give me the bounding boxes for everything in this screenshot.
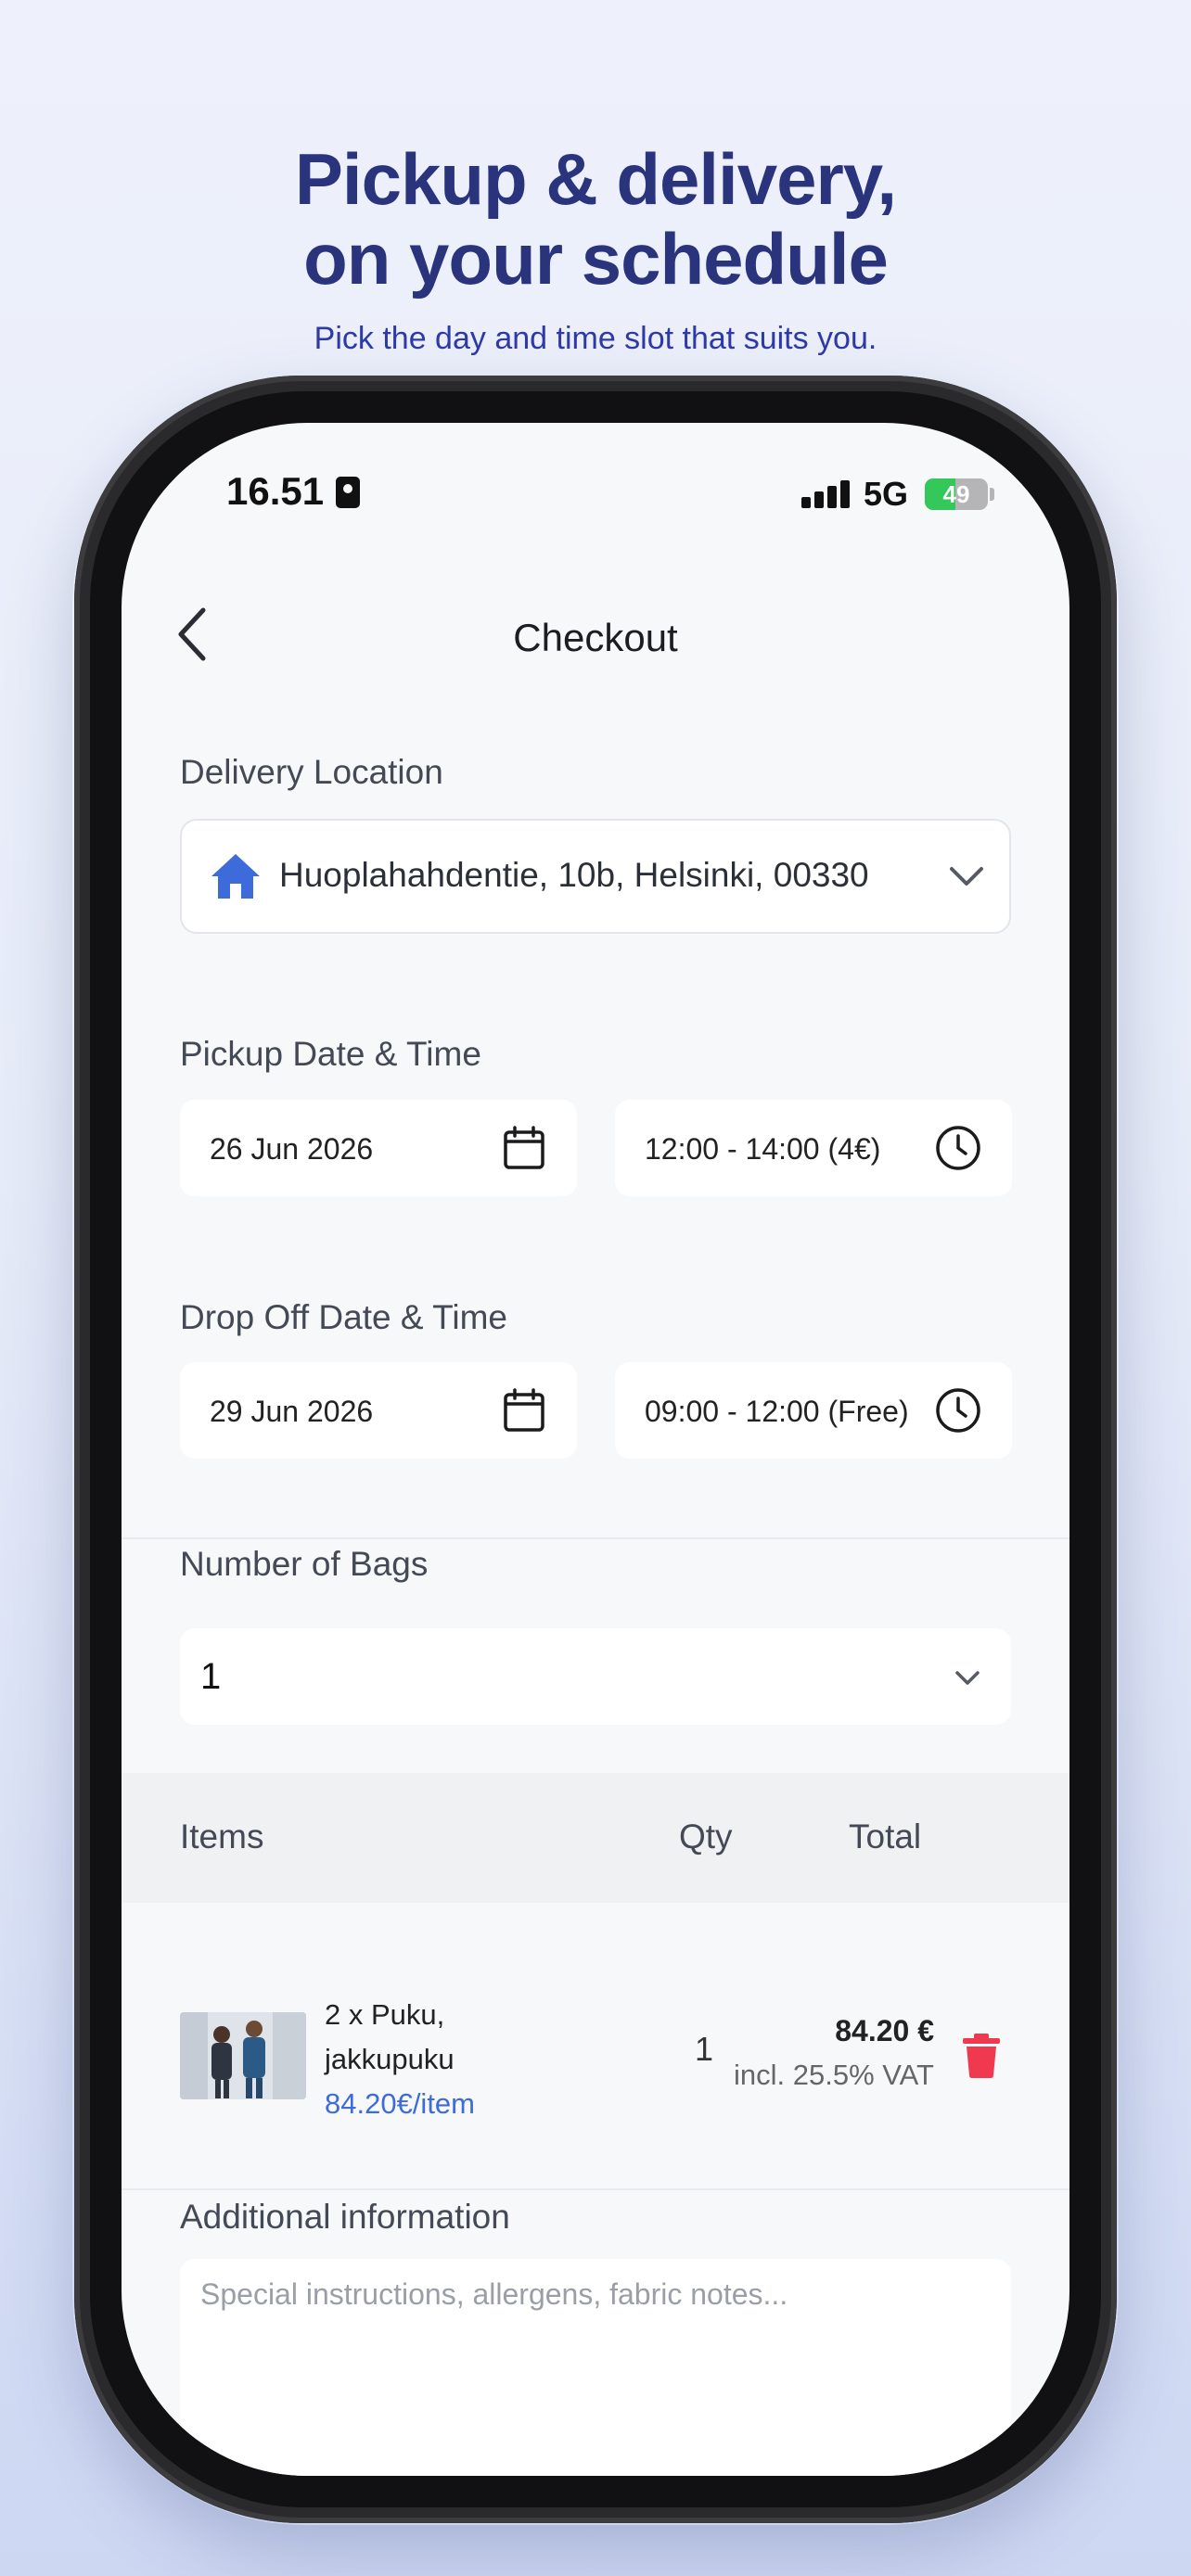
- section-divider: [122, 1537, 1069, 1539]
- delivery-address: Huoplahahdentie, 10b, Helsinki, 00330: [279, 856, 869, 894]
- calendar-icon: [504, 1126, 544, 1169]
- delivery-location-label: Delivery Location: [180, 753, 443, 791]
- pickup-date: 26 Jun 2026: [210, 1132, 374, 1166]
- item-total: 84.20 €: [835, 2014, 934, 2047]
- table-row: 2 x Puku, jakkupuku 84.20€/item 1 84.20 …: [122, 1903, 1069, 2181]
- delivery-location-select[interactable]: Huoplahahdentie, 10b, Helsinki, 00330: [180, 819, 1011, 934]
- chevron-down-icon: [955, 1671, 980, 1685]
- clock-icon: [936, 1388, 980, 1433]
- calendar-icon: [504, 1388, 544, 1432]
- app-screen: 16.51 5G 49 Checkout Delivery Location H…: [122, 423, 1069, 2476]
- status-time: 16.51: [226, 469, 325, 513]
- pickup-label: Pickup Date & Time: [180, 1035, 481, 1073]
- dropoff-date-field[interactable]: 29 Jun 2026: [180, 1362, 577, 1459]
- pickup-date-field[interactable]: 26 Jun 2026: [180, 1100, 577, 1196]
- bags-label: Number of Bags: [180, 1545, 429, 1583]
- items-column-header: Items: [180, 1817, 264, 1855]
- hero-subtitle: Pick the day and time slot that suits yo…: [314, 321, 877, 356]
- item-name-line2: jakkupuku: [325, 2043, 455, 2075]
- section-divider: [122, 2188, 1069, 2190]
- delete-item-button[interactable]: [962, 2033, 1001, 2079]
- signal-bars-icon: [801, 480, 852, 508]
- item-thumbnail: [180, 2012, 306, 2099]
- hero-title-line1: Pickup & delivery,: [294, 138, 897, 220]
- additional-info-label: Additional information: [180, 2198, 510, 2236]
- bags-value: 1: [200, 1656, 222, 1697]
- clock-icon: [936, 1126, 980, 1170]
- dropoff-date: 29 Jun 2026: [210, 1395, 374, 1428]
- total-column-header: Total: [849, 1817, 922, 1855]
- bags-select[interactable]: 1: [180, 1628, 1011, 1725]
- items-table-header: Items Qty Total: [122, 1773, 1069, 1903]
- home-icon: [211, 854, 260, 899]
- trash-icon: [963, 2034, 1000, 2078]
- pickup-time-field[interactable]: 12:00 - 14:00 (4€): [615, 1100, 1012, 1196]
- dropoff-time: 09:00 - 12:00 (Free): [645, 1395, 909, 1428]
- item-unit-price: 84.20€/item: [325, 2087, 475, 2120]
- item-vat: incl. 25.5% VAT: [734, 2059, 934, 2091]
- chevron-down-icon: [950, 867, 983, 886]
- battery-icon: 49: [925, 478, 988, 510]
- item-name-line1: 2 x Puku,: [325, 1998, 445, 2031]
- hero-title: Pickup & delivery, on your schedule: [0, 139, 1191, 299]
- page-title: Checkout: [513, 616, 678, 659]
- qty-column-header: Qty: [679, 1817, 733, 1855]
- hero-title-line2: on your schedule: [303, 218, 889, 300]
- battery-tip: [990, 488, 994, 501]
- dropoff-time-field[interactable]: 09:00 - 12:00 (Free): [615, 1362, 1012, 1459]
- pickup-time: 12:00 - 14:00 (4€): [645, 1132, 881, 1166]
- network-type: 5G: [864, 475, 909, 513]
- battery-percent: 49: [942, 480, 970, 508]
- item-name: 2 x Puku, jakkupuku 84.20€/item: [325, 1993, 475, 2126]
- dropoff-label: Drop Off Date & Time: [180, 1298, 507, 1336]
- sim-card-icon: [336, 477, 360, 508]
- additional-info-input[interactable]: [180, 2259, 1011, 2476]
